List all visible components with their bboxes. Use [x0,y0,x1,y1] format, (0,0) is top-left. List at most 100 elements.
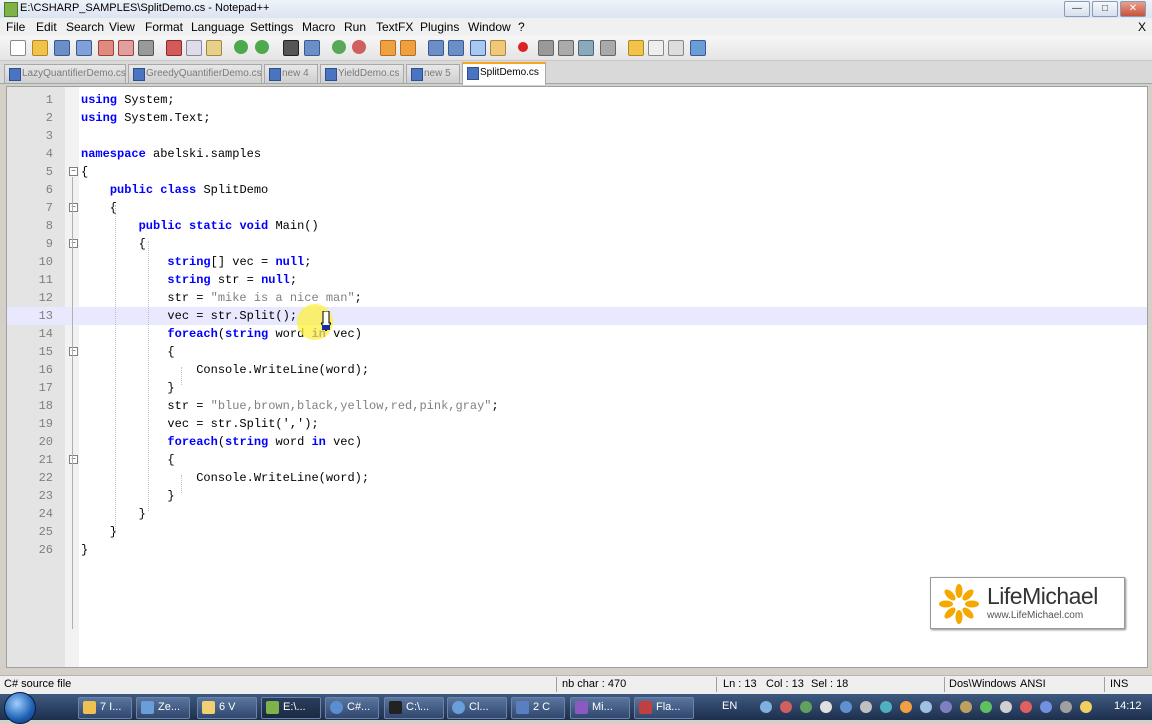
code-line[interactable]: 4 namespace abelski.samples [7,145,1147,163]
code-line[interactable]: 9 − { [7,235,1147,253]
find-icon[interactable] [283,40,299,56]
sync-horizontal-icon[interactable] [400,40,416,56]
spell-check-icon[interactable] [690,40,706,56]
code-line[interactable]: 25 } [7,523,1147,541]
tray-icon[interactable] [960,701,972,713]
code-line[interactable]: 21 − { [7,451,1147,469]
code-line[interactable]: 3 [7,127,1147,145]
menu-help[interactable]: ? [518,20,525,34]
code-line[interactable]: 2 using System.Text; [7,109,1147,127]
code-line[interactable]: 20 foreach(string word in vec) [7,433,1147,451]
word-wrap-icon[interactable] [428,40,444,56]
taskbar-item[interactable]: 7 I... [78,697,132,719]
record-macro-icon[interactable] [518,42,528,52]
code-line[interactable]: 15 − { [7,343,1147,361]
tray-icon[interactable] [1000,701,1012,713]
menu-run[interactable]: Run [344,20,366,34]
taskbar-item[interactable]: Cl... [447,697,507,719]
undo-icon[interactable] [234,40,248,54]
menu-textfx[interactable]: TextFX [376,20,413,34]
taskbar-item[interactable]: Mi... [570,697,630,719]
maximize-button[interactable]: □ [1092,1,1118,17]
close-all-icon[interactable] [118,40,134,56]
menu-plugins[interactable]: Plugins [420,20,459,34]
tray-icon[interactable] [1060,701,1072,713]
cut-icon[interactable] [166,40,182,56]
code-line[interactable]: 16 Console.WriteLine(word); [7,361,1147,379]
tray-icon[interactable] [900,701,912,713]
menu-language[interactable]: Language [191,20,244,34]
code-line[interactable]: 10 string[] vec = null; [7,253,1147,271]
close-button[interactable]: ✕ [1120,1,1146,17]
code-line[interactable]: 12 str = "mike is a nice man"; [7,289,1147,307]
sync-vertical-icon[interactable] [380,40,396,56]
taskbar-item[interactable]: Fla... [634,697,694,719]
close-document-button[interactable]: X [1138,20,1146,34]
tray-icon[interactable] [800,701,812,713]
menu-settings[interactable]: Settings [250,20,293,34]
zoom-in-icon[interactable] [332,40,346,54]
replace-icon[interactable] [304,40,320,56]
new-file-icon[interactable] [10,40,26,56]
plugin-window-icon[interactable] [648,40,664,56]
play-macro-icon[interactable] [558,40,574,56]
taskbar-item-notepad[interactable]: E:\... [261,697,321,719]
code-line[interactable]: 19 vec = str.Split(','); [7,415,1147,433]
fold-toggle-icon[interactable]: − [69,455,78,464]
code-line[interactable]: 17 } [7,379,1147,397]
stop-macro-icon[interactable] [538,40,554,56]
code-line[interactable]: 14 foreach(string word in vec) [7,325,1147,343]
code-line[interactable]: 8 public static void Main() [7,217,1147,235]
close-file-icon[interactable] [98,40,114,56]
tray-icon[interactable] [840,701,852,713]
save-macro-icon[interactable] [600,40,616,56]
menu-format[interactable]: Format [145,20,183,34]
paste-icon[interactable] [206,40,222,56]
code-line[interactable]: 11 string str = null; [7,271,1147,289]
tray-icon[interactable] [1020,701,1032,713]
tab-greedyquantifierdemo[interactable]: GreedyQuantifierDemo.cs [128,64,262,83]
taskbar-item[interactable]: C:\... [384,697,444,719]
menu-search[interactable]: Search [66,20,104,34]
tray-icon[interactable] [880,701,892,713]
code-line[interactable]: 6 public class SplitDemo [7,181,1147,199]
tray-icon[interactable] [920,701,932,713]
open-file-icon[interactable] [32,40,48,56]
tray-icon[interactable] [980,701,992,713]
show-all-chars-icon[interactable] [448,40,464,56]
menu-file[interactable]: File [6,20,25,34]
user-lang-icon[interactable] [490,40,506,56]
tray-icon[interactable] [940,701,952,713]
code-line[interactable]: 24 } [7,505,1147,523]
tray-icon[interactable] [780,701,792,713]
plugin-doc-icon[interactable] [668,40,684,56]
fold-toggle-icon[interactable]: − [69,167,78,176]
language-indicator[interactable]: EN [722,700,737,712]
indent-guide-icon[interactable] [470,40,486,56]
tab-lazyquantifierdemo[interactable]: LazyQuantifierDemo.cs [4,64,126,83]
fold-toggle-icon[interactable]: − [69,203,78,212]
redo-icon[interactable] [255,40,269,54]
minimize-button[interactable]: — [1064,1,1090,17]
taskbar-item[interactable]: 6 V [197,697,257,719]
fold-toggle-icon[interactable]: − [69,239,78,248]
tab-yielddemo[interactable]: YieldDemo.cs [320,64,404,83]
taskbar-item[interactable]: C#... [325,697,379,719]
start-button[interactable] [4,692,36,724]
save-all-icon[interactable] [76,40,92,56]
zoom-out-icon[interactable] [352,40,366,54]
code-line[interactable]: 13 vec = str.Split(); [7,307,1147,325]
code-line[interactable]: 23 } [7,487,1147,505]
plugin-folder-icon[interactable] [628,40,644,56]
tray-icon[interactable] [1080,701,1092,713]
code-line[interactable]: 7 − { [7,199,1147,217]
clock[interactable]: 14:12 [1114,700,1142,712]
menu-edit[interactable]: Edit [36,20,57,34]
save-icon[interactable] [54,40,70,56]
code-line[interactable]: 26} [7,541,1147,559]
taskbar-item[interactable]: 2 C [511,697,565,719]
code-line[interactable]: 18 str = "blue,brown,black,yellow,red,pi… [7,397,1147,415]
tray-icon[interactable] [760,701,772,713]
code-line[interactable]: 22 Console.WriteLine(word); [7,469,1147,487]
menu-macro[interactable]: Macro [302,20,335,34]
